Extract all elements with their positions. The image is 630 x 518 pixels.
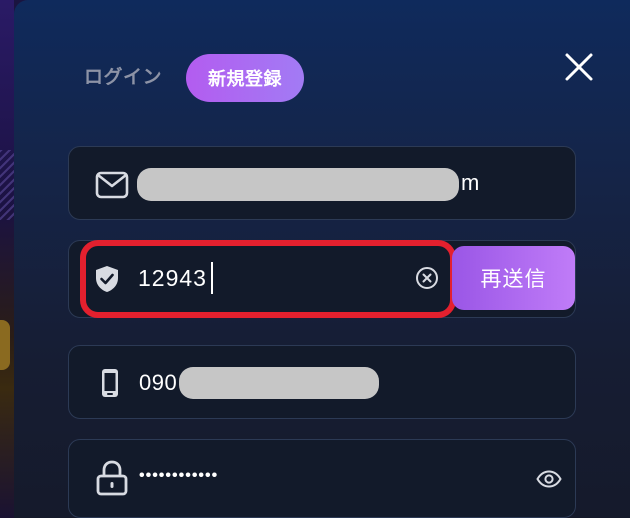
mail-icon: [95, 171, 129, 199]
tab-register[interactable]: 新規登録: [186, 54, 304, 102]
background-decoration: [0, 320, 10, 370]
close-icon: [565, 53, 593, 81]
resend-button[interactable]: 再送信: [452, 246, 575, 310]
email-field[interactable]: m: [68, 146, 576, 220]
redacted-email-text: [137, 168, 459, 201]
highlight-annotation: [80, 240, 456, 318]
tab-login[interactable]: ログイン: [84, 62, 162, 89]
phone-value-prefix: 090: [139, 370, 178, 395]
smartphone-icon: [102, 369, 118, 397]
background-decoration: [0, 150, 14, 220]
redacted-phone-text: [179, 367, 379, 399]
close-button[interactable]: [562, 50, 596, 84]
background-behind-modal: [0, 0, 14, 518]
password-field[interactable]: ••••••••••••: [68, 439, 576, 518]
phone-field[interactable]: 090: [68, 345, 576, 419]
signup-modal: ログイン 新規登録 m 再送信 090: [14, 0, 630, 518]
password-masked-value: ••••••••••••: [139, 467, 219, 484]
lock-icon: [96, 460, 128, 496]
eye-icon[interactable]: [536, 470, 562, 488]
email-value-suffix: m: [461, 170, 480, 195]
